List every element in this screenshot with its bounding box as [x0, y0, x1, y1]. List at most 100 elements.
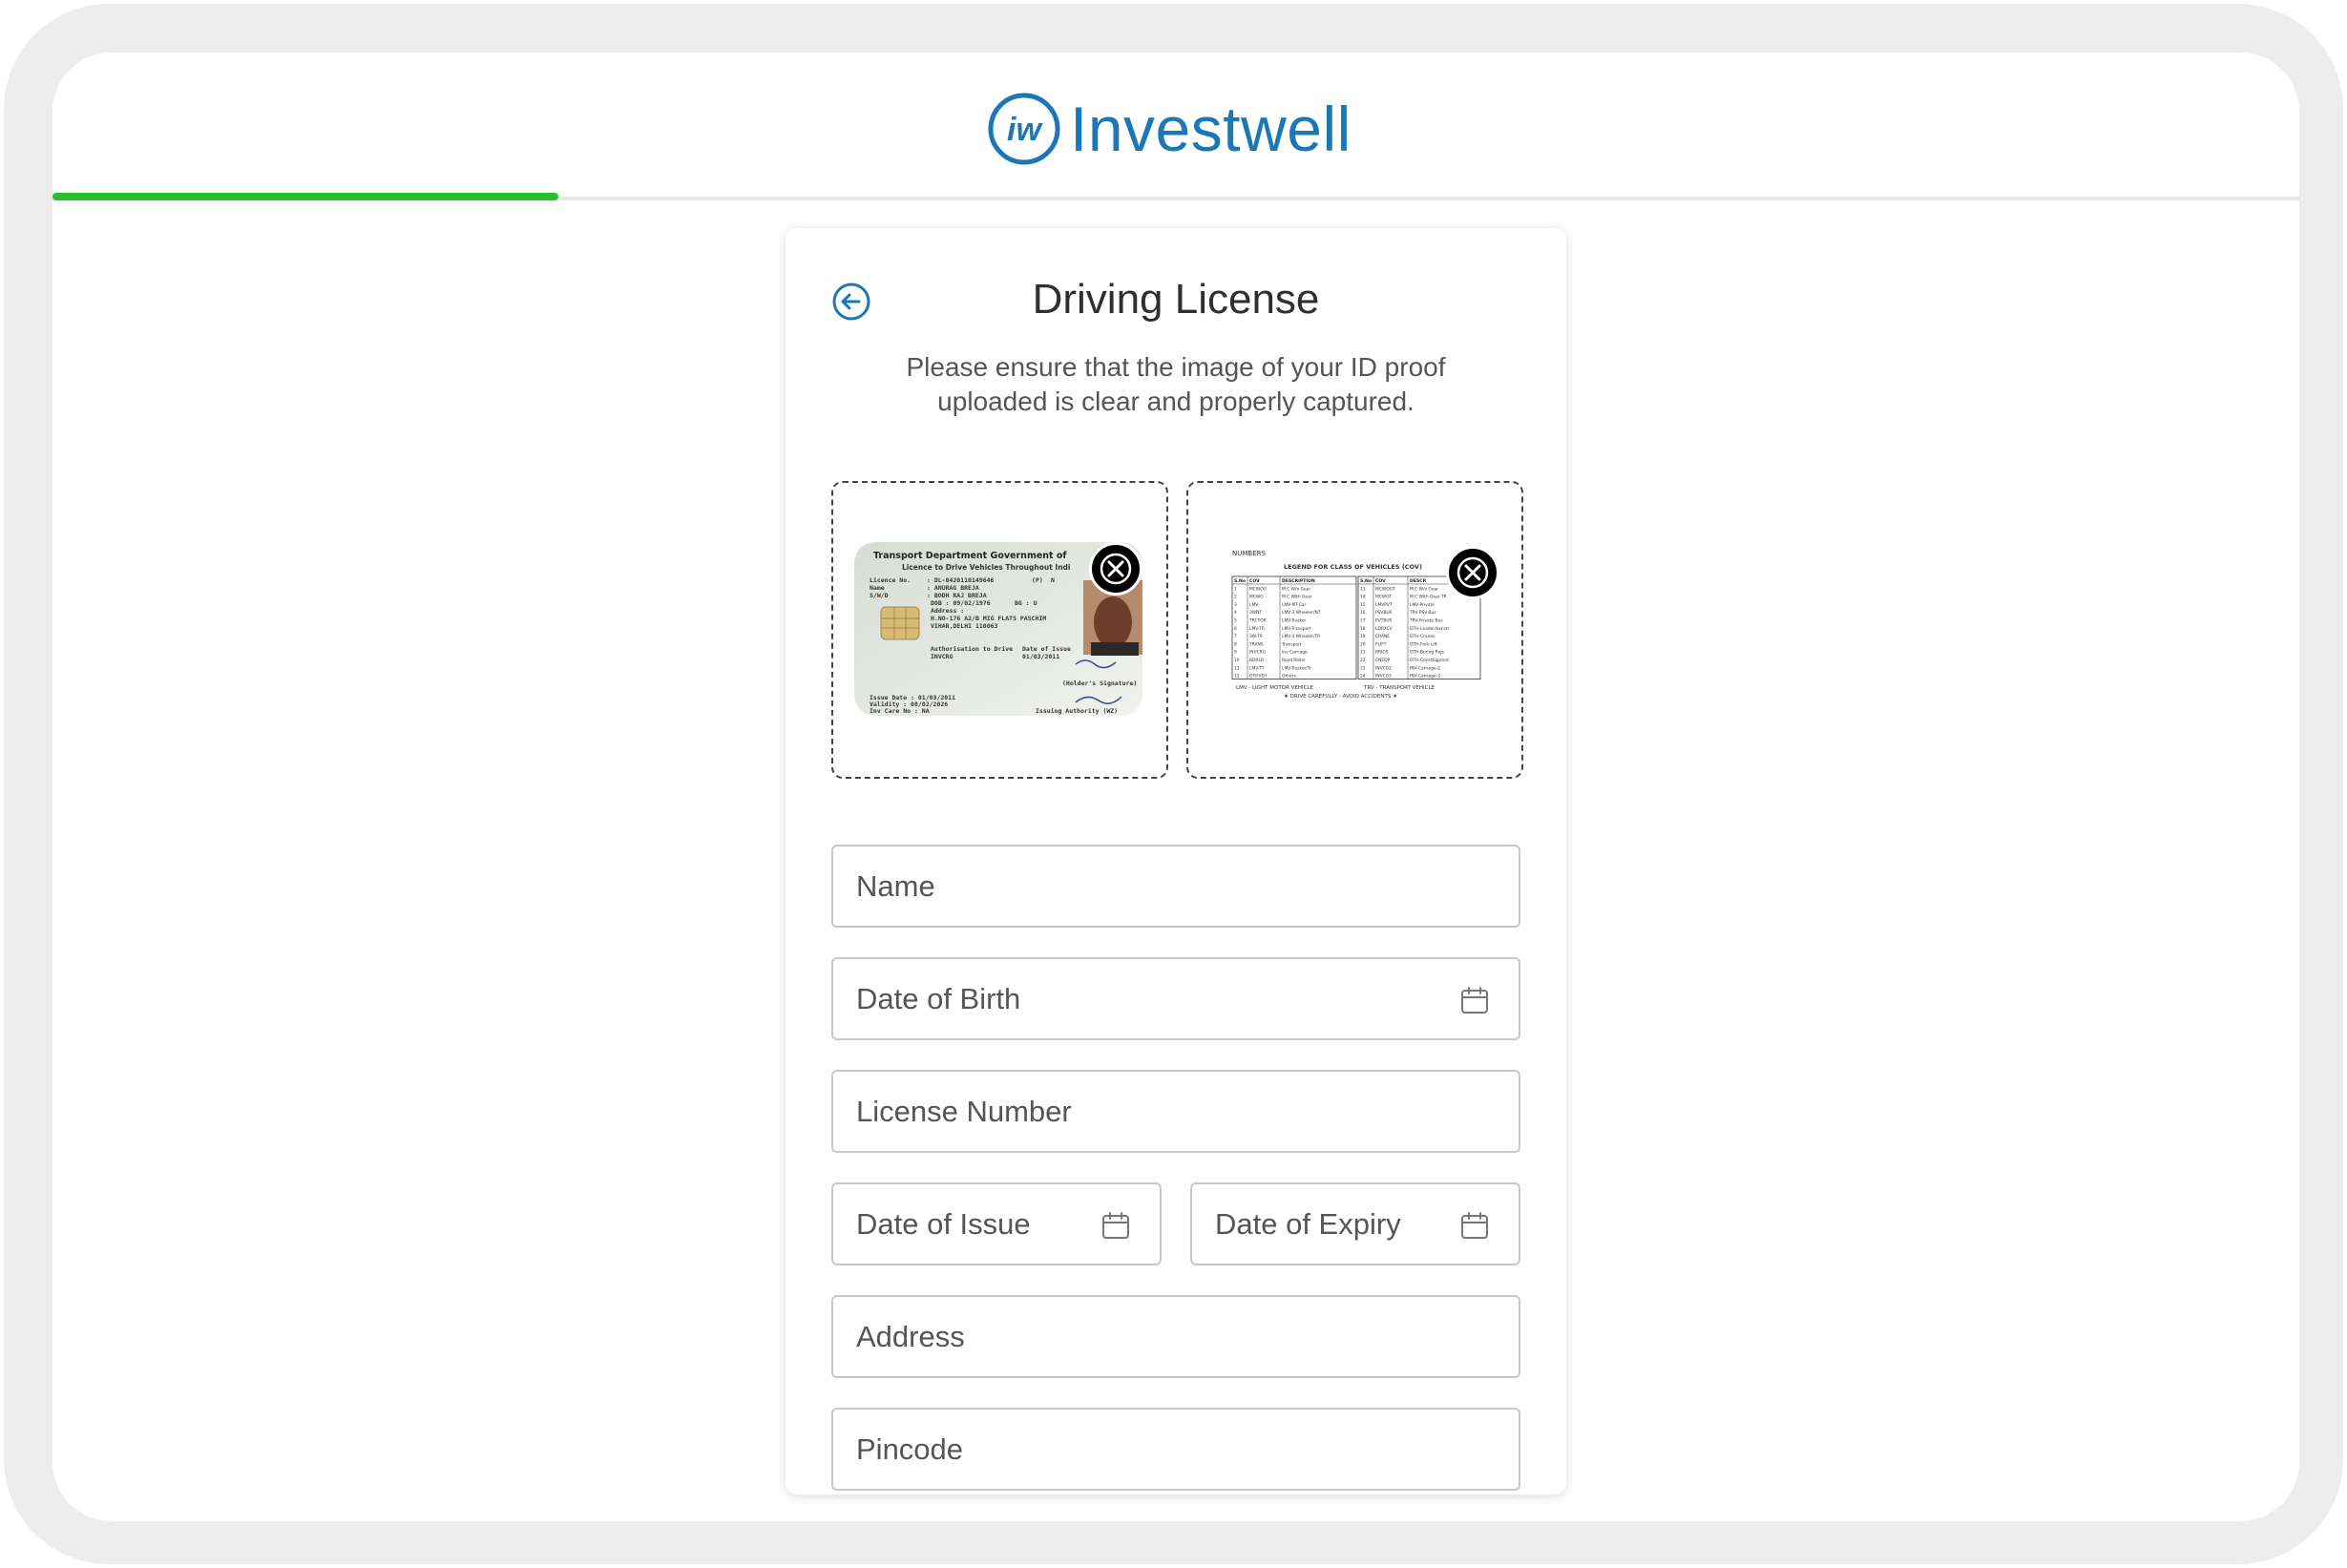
legend-cell: 6 [1234, 626, 1237, 632]
device-frame: iw Investwell Driving License Please ens… [0, 0, 2347, 1568]
legend-cell: 3WNT [1249, 610, 1262, 616]
pincode-input[interactable] [833, 1410, 1519, 1489]
legend-cell: 2 [1234, 595, 1237, 600]
legend-cell: 23 [1360, 665, 1366, 671]
legend-cell: 24 [1360, 674, 1366, 679]
svg-text:: DL-0420110149646: : DL-0420110149646 [927, 576, 995, 584]
svg-text:LEGEND FOR CLASS OF VEHICLES (: LEGEND FOR CLASS OF VEHICLES (COV) [1284, 563, 1422, 571]
legend-cell: 8 [1234, 641, 1237, 647]
close-icon [1100, 553, 1132, 585]
app-header: iw Investwell [52, 52, 2299, 200]
legend-cell: 3 [1234, 602, 1237, 608]
legend-cell: LMV-TT [1249, 665, 1265, 671]
legend-cell: Others [1282, 674, 1296, 679]
legend-cell: LMVPVT [1375, 602, 1393, 608]
legend-cell: LMV-3 Wheeler/NT [1282, 610, 1321, 616]
investwell-logo-icon: iw [988, 93, 1060, 165]
svg-text:: ANURAG BREJA: : ANURAG BREJA [927, 584, 979, 592]
legend-cell: LMV-NT-Car [1282, 602, 1306, 608]
svg-text:INVCRG: INVCRG [931, 653, 953, 660]
legend-cell: CNEQP [1375, 658, 1391, 663]
svg-text:NUMBERS: NUMBERS [1232, 550, 1266, 557]
legend-cell: OTH-Boring Rigs [1410, 650, 1445, 656]
svg-text:S/W/D: S/W/D [870, 592, 889, 599]
legend-cell: MCWOG [1249, 586, 1268, 592]
legend-cell: 13 [1360, 586, 1366, 592]
legend-header-cell: COV [1375, 578, 1386, 584]
legend-cell: 9 [1234, 650, 1237, 656]
dob-field[interactable] [831, 957, 1520, 1040]
calendar-icon[interactable] [1459, 985, 1490, 1015]
legend-cell: LMV-3 Wheeler/TR [1282, 634, 1320, 639]
legend-cell: CRANE [1375, 634, 1390, 639]
license-number-field[interactable] [831, 1070, 1520, 1153]
svg-text:DOB : 09/02/1976: DOB : 09/02/1976 [931, 599, 991, 607]
legend-cell: TRANS [1248, 641, 1264, 647]
legend-cell: OTH-ConstEqpmnt [1410, 658, 1449, 663]
legend-cell: BRIGS [1375, 650, 1389, 656]
svg-text:Date of Issue: Date of Issue [1022, 645, 1071, 653]
upload-box-front[interactable]: Transport Department Government of Licen… [831, 481, 1168, 779]
svg-text:(P): (P) [1032, 576, 1043, 584]
svg-text:iw: iw [1007, 112, 1043, 148]
legend-cell: 5 [1234, 618, 1237, 624]
svg-text:★ DRIVE CAREFULLY - AVOID ACCI: ★ DRIVE CAREFULLY - AVOID ACCIDENTS ★ [1284, 694, 1397, 700]
legend-cell: OTH-Cranes [1410, 634, 1435, 639]
legend-cell: TRV-Private Bus [1409, 618, 1443, 624]
remove-back-image-button[interactable] [1446, 546, 1499, 599]
svg-text:Licence No.: Licence No. [870, 576, 911, 584]
legend-cell: MCWOGT [1375, 586, 1395, 592]
legend-cell: 15 [1360, 602, 1366, 608]
legend-cell: 19 [1360, 634, 1366, 639]
legend-cell: 16 [1360, 610, 1366, 616]
legend-cell: 20 [1360, 641, 1366, 647]
legend-cell: INV-Carriage-2 [1410, 665, 1440, 671]
dob-input[interactable] [833, 959, 1519, 1038]
upload-box-back[interactable]: NUMBERS LEGEND FOR CLASS OF VEHICLES (CO… [1186, 481, 1523, 779]
svg-text:H.NO-176 A2/B MIG FLATS PASCHI: H.NO-176 A2/B MIG FLATS PASCHIM [931, 615, 1046, 622]
legend-cell: RDRLR [1249, 658, 1264, 663]
brand-logo: iw Investwell [986, 91, 1352, 167]
legend-cell: MCWGT [1375, 595, 1392, 600]
svg-text:Address :: Address : [931, 607, 964, 615]
svg-text:N: N [1051, 576, 1055, 584]
legend-cell: TRV-PSV-Bus [1409, 610, 1436, 616]
legend-cell: OTH-Fork Lift [1410, 641, 1437, 647]
name-input[interactable] [833, 847, 1519, 926]
legend-header-cell: DESCR [1410, 578, 1427, 584]
calendar-icon[interactable] [1459, 1210, 1490, 1241]
pincode-field[interactable] [831, 1408, 1520, 1491]
name-field[interactable] [831, 845, 1520, 928]
legend-cell: INVCRG [1249, 650, 1267, 656]
legend-cell: 14 [1360, 595, 1366, 600]
svg-text:LMV - LIGHT MOTOR VEHICLE: LMV - LIGHT MOTOR VEHICLE [1236, 685, 1313, 691]
legend-cell: Inv Carriage [1282, 650, 1308, 656]
svg-text:Authorisation to Drive: Authorisation to Drive [931, 645, 1013, 653]
legend-cell: LMV-Transport [1282, 626, 1311, 632]
license-number-input[interactable] [833, 1072, 1519, 1151]
calendar-icon[interactable] [1100, 1210, 1131, 1241]
legend-header-cell: DESCRIPTION [1282, 578, 1315, 584]
brand-name: Investwell [1070, 94, 1352, 164]
svg-text:Transport Department Governmen: Transport Department Government of [873, 551, 1067, 561]
legend-cell: 22 [1360, 658, 1366, 663]
driving-license-card: Driving License Please ensure that the i… [786, 228, 1566, 1495]
legend-cell: 21 [1360, 650, 1366, 656]
remove-front-image-button[interactable] [1089, 542, 1142, 596]
address-field[interactable] [831, 1295, 1520, 1378]
main-content: Driving License Please ensure that the i… [52, 204, 2299, 1521]
legend-cell: LMV-TR [1249, 626, 1265, 632]
legend-cell: PSVBUS [1375, 610, 1393, 616]
svg-text:Name: Name [870, 584, 885, 592]
address-input[interactable] [833, 1297, 1519, 1376]
svg-text:Licence to Drive Vehicles Thro: Licence to Drive Vehicles Throughout Ind… [902, 563, 1070, 572]
svg-text:01/03/2011: 01/03/2011 [1022, 653, 1059, 660]
close-icon [1456, 556, 1489, 589]
legend-cell: LMV [1249, 602, 1258, 608]
legend-cell: 10 [1234, 658, 1240, 663]
legend-cell: 12 [1234, 674, 1240, 679]
legend-cell: LMV-Tractor [1282, 618, 1307, 624]
date-of-expiry-field[interactable] [1190, 1182, 1520, 1265]
legend-cell: Transport [1281, 641, 1302, 647]
date-of-issue-field[interactable] [831, 1182, 1162, 1265]
